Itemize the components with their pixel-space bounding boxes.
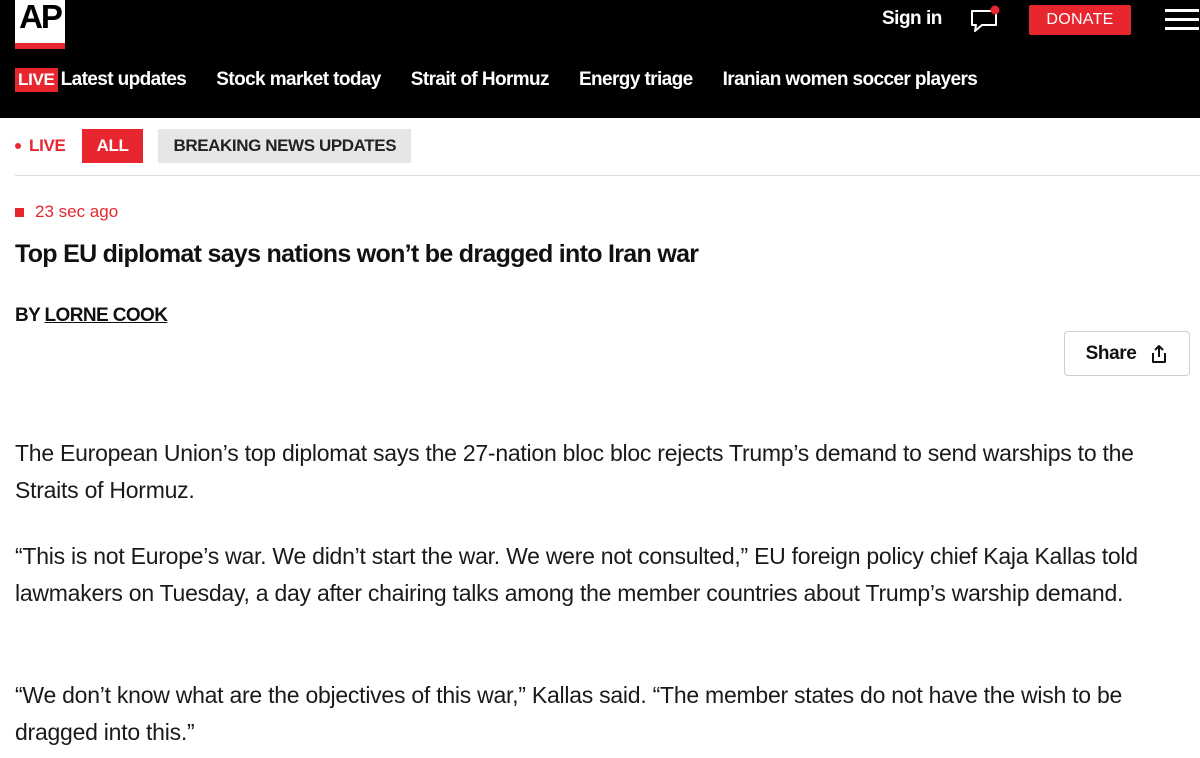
nav-item-stock-market-today[interactable]: Stock market today [216,69,381,91]
nav-item-latest-updates[interactable]: Latest updates [61,69,187,91]
divider [15,175,1200,176]
filter-all-button[interactable]: ALL [81,129,144,163]
byline: BY LORNE COOK [15,305,168,327]
nav-item-iranian-women-soccer-players[interactable]: Iranian women soccer players [723,69,978,91]
logo-red-bar [15,43,65,49]
article-paragraph: “We don’t know what are the objectives o… [15,682,1123,745]
post-timestamp: 23 sec ago [15,202,118,222]
share-button[interactable]: Share [1064,331,1190,376]
nav-item-strait-of-hormuz[interactable]: Strait of Hormuz [411,69,550,91]
filter-row: LIVE ALL BREAKING NEWS UPDATES [15,129,412,163]
hamburger-menu-icon[interactable] [1165,9,1199,33]
live-badge: LIVE [15,68,58,92]
site-header: AP Sign in DONATE LIVE Latest updates St… [0,0,1200,118]
live-dot-icon [15,143,21,149]
nav-item-energy-triage[interactable]: Energy triage [579,69,693,91]
ap-logo[interactable]: AP [15,0,65,49]
article-paragraph: The European Union’s top diplomat says t… [15,440,1134,503]
donate-button[interactable]: DONATE [1029,5,1131,35]
logo-text: AP [19,0,63,35]
top-nav: LIVE Latest updates Stock market today S… [15,66,1007,94]
filter-breaking-news-button[interactable]: BREAKING NEWS UPDATES [158,129,412,163]
article-paragraph: “This is not Europe’s war. We didn’t sta… [15,543,1138,606]
chat-bubble-icon[interactable] [970,4,1002,34]
post-headline: Top EU diplomat says nations won’t be dr… [15,240,699,268]
share-label: Share [1085,342,1137,364]
author-link[interactable]: LORNE COOK [45,305,168,326]
timestamp-marker-icon [15,207,24,217]
sign-in-link[interactable]: Sign in [882,8,942,30]
live-indicator: LIVE [29,136,66,155]
share-icon [1150,344,1168,364]
byline-prefix: BY [15,305,45,326]
timestamp-text: 23 sec ago [35,202,119,221]
